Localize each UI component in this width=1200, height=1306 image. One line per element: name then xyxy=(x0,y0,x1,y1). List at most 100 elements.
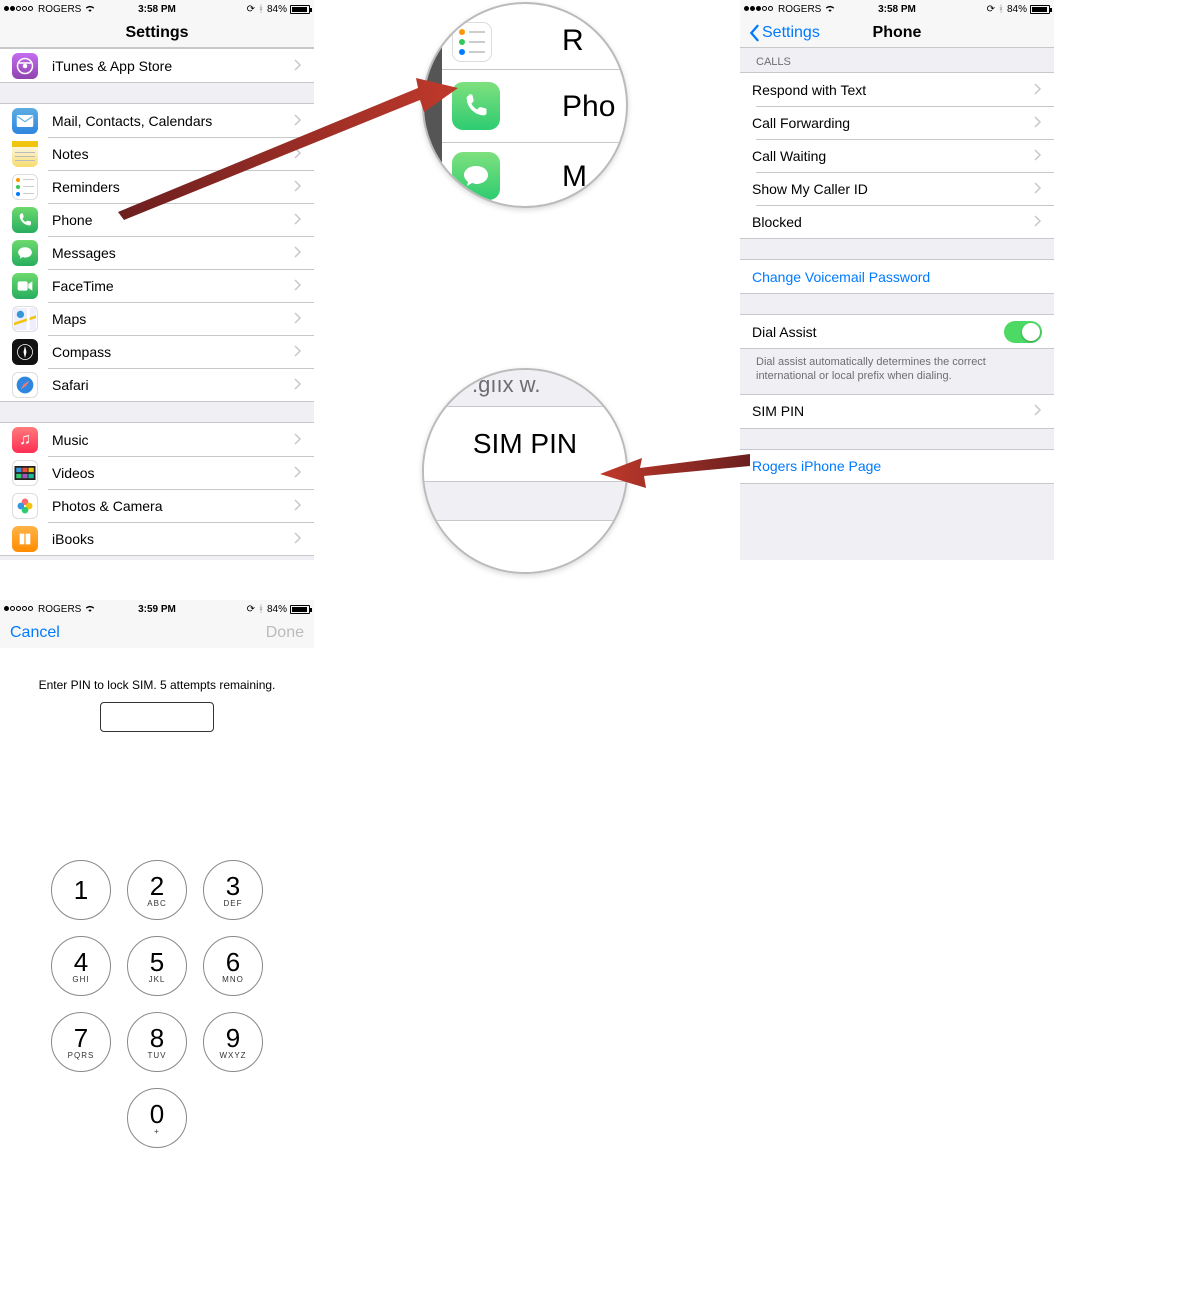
compass-icon xyxy=(12,339,38,365)
videos-icon xyxy=(12,460,38,486)
row-label: Respond with Text xyxy=(752,82,1034,98)
clock-label: 3:59 PM xyxy=(0,604,314,615)
sim-pin-row[interactable]: SIM PIN xyxy=(740,395,1054,428)
keypad-7[interactable]: 7PQRS xyxy=(51,1012,111,1072)
back-button[interactable]: Settings xyxy=(748,24,820,42)
row-label: Dial Assist xyxy=(752,324,1004,340)
keypad-1[interactable]: 1 xyxy=(51,860,111,920)
settings-row-photos[interactable]: Photos & Camera xyxy=(0,489,314,522)
key-letters: MNO xyxy=(222,975,244,984)
chevron-right-icon xyxy=(1034,403,1042,419)
status-bar: ROGERS 3:58 PM ⟳ ᚼ 84% xyxy=(740,0,1054,18)
keypad-4[interactable]: 4GHI xyxy=(51,936,111,996)
reminders-icon xyxy=(12,174,38,200)
back-label: Settings xyxy=(762,24,820,42)
row-label: Show My Caller ID xyxy=(752,181,1034,197)
chevron-right-icon xyxy=(294,311,302,327)
rogers-iphone-page-row[interactable]: Rogers iPhone Page xyxy=(740,450,1054,483)
phone-icon xyxy=(12,207,38,233)
magnifier-simpin: .gııx w. SIM PIN xyxy=(422,368,628,574)
row-label: Maps xyxy=(52,311,294,327)
row-label: Compass xyxy=(52,344,294,360)
key-letters: ABC xyxy=(147,899,166,908)
dial-assist-description: Dial assist automatically determines the… xyxy=(740,349,1054,394)
pin-prompt-text: Enter PIN to lock SIM. 5 attempts remain… xyxy=(0,648,314,692)
battery-icon xyxy=(290,5,310,14)
row-label: Blocked xyxy=(752,214,1034,230)
phone-icon xyxy=(452,82,500,130)
mag-text: M xyxy=(562,160,587,194)
key-number: 8 xyxy=(150,1025,164,1051)
phone-row-callerid[interactable]: Show My Caller ID xyxy=(740,172,1054,205)
ibooks-icon xyxy=(12,526,38,552)
messages-icon xyxy=(12,240,38,266)
keypad-2[interactable]: 2ABC xyxy=(127,860,187,920)
facetime-icon xyxy=(12,273,38,299)
keypad-8[interactable]: 8TUV xyxy=(127,1012,187,1072)
keypad-6[interactable]: 6MNO xyxy=(203,936,263,996)
chevron-right-icon xyxy=(294,432,302,448)
numeric-keypad: 1 2ABC 3DEF 4GHI 5JKL 6MNO 7PQRS 8TUV 9WXYZ 0+ xyxy=(0,860,314,1168)
keypad-9[interactable]: 9WXYZ xyxy=(203,1012,263,1072)
keypad-3[interactable]: 3DEF xyxy=(203,860,263,920)
dial-assist-row[interactable]: Dial Assist xyxy=(740,315,1054,348)
key-number: 9 xyxy=(226,1025,240,1051)
mag-text: Pho xyxy=(562,90,615,124)
chevron-left-icon xyxy=(748,24,760,42)
keypad-5[interactable]: 5JKL xyxy=(127,936,187,996)
page-title: Phone xyxy=(873,24,922,42)
clock-label: 3:58 PM xyxy=(740,4,1054,15)
arrow-to-phone xyxy=(118,70,458,230)
nav-bar: Settings xyxy=(0,18,314,48)
settings-row-maps[interactable]: Maps xyxy=(0,302,314,335)
status-bar: ROGERS 3:58 PM ⟳ ᚼ 84% xyxy=(0,0,314,18)
messages-icon xyxy=(452,152,500,200)
settings-row-music[interactable]: ♫Music xyxy=(0,423,314,456)
mag-text: SIM PIN xyxy=(473,428,577,460)
row-label: Rogers iPhone Page xyxy=(752,458,1042,474)
key-letters: + xyxy=(154,1127,160,1136)
chevron-right-icon xyxy=(294,498,302,514)
phone-settings-screen: ROGERS 3:58 PM ⟳ ᚼ 84% Settings Phone CA… xyxy=(740,0,1054,560)
calls-header: CALLS xyxy=(740,48,1054,72)
keypad-0[interactable]: 0+ xyxy=(127,1088,187,1148)
key-number: 6 xyxy=(226,949,240,975)
nav-bar: Cancel Done xyxy=(0,618,314,648)
chevron-right-icon xyxy=(1034,148,1042,164)
done-button[interactable]: Done xyxy=(266,624,304,642)
settings-row-facetime[interactable]: FaceTime xyxy=(0,269,314,302)
key-number: 7 xyxy=(74,1025,88,1051)
safari-icon xyxy=(12,372,38,398)
mag-text: R xyxy=(562,24,584,58)
status-bar: ROGERS 3:59 PM ⟳ ᚼ 84% xyxy=(0,600,314,618)
phone-row-respond[interactable]: Respond with Text xyxy=(740,73,1054,106)
settings-row-safari[interactable]: Safari xyxy=(0,368,314,401)
phone-row-waiting[interactable]: Call Waiting xyxy=(740,139,1054,172)
key-number: 2 xyxy=(150,873,164,899)
settings-row-videos[interactable]: Videos xyxy=(0,456,314,489)
settings-row-ibooks[interactable]: iBooks xyxy=(0,522,314,555)
settings-row-compass[interactable]: Compass xyxy=(0,335,314,368)
phone-row-blocked[interactable]: Blocked xyxy=(740,205,1054,238)
row-label: FaceTime xyxy=(52,278,294,294)
row-label: Messages xyxy=(52,245,294,261)
app-store-icon xyxy=(12,53,38,79)
key-number: 1 xyxy=(74,877,88,903)
chevron-right-icon xyxy=(294,465,302,481)
change-voicemail-password-row[interactable]: Change Voicemail Password xyxy=(740,260,1054,293)
row-label: Photos & Camera xyxy=(52,498,294,514)
battery-icon xyxy=(290,605,310,614)
dial-assist-toggle[interactable] xyxy=(1004,321,1042,343)
cancel-button[interactable]: Cancel xyxy=(10,624,60,642)
key-letters: DEF xyxy=(224,899,243,908)
phone-row-forwarding[interactable]: Call Forwarding xyxy=(740,106,1054,139)
battery-icon xyxy=(1030,5,1050,14)
chevron-right-icon xyxy=(294,531,302,547)
pin-input[interactable] xyxy=(100,702,214,732)
row-label: Videos xyxy=(52,465,294,481)
settings-row-messages[interactable]: Messages xyxy=(0,236,314,269)
key-number: 3 xyxy=(226,873,240,899)
key-letters: PQRS xyxy=(68,1051,95,1060)
key-number: 4 xyxy=(74,949,88,975)
arrow-to-simpin xyxy=(600,440,750,490)
